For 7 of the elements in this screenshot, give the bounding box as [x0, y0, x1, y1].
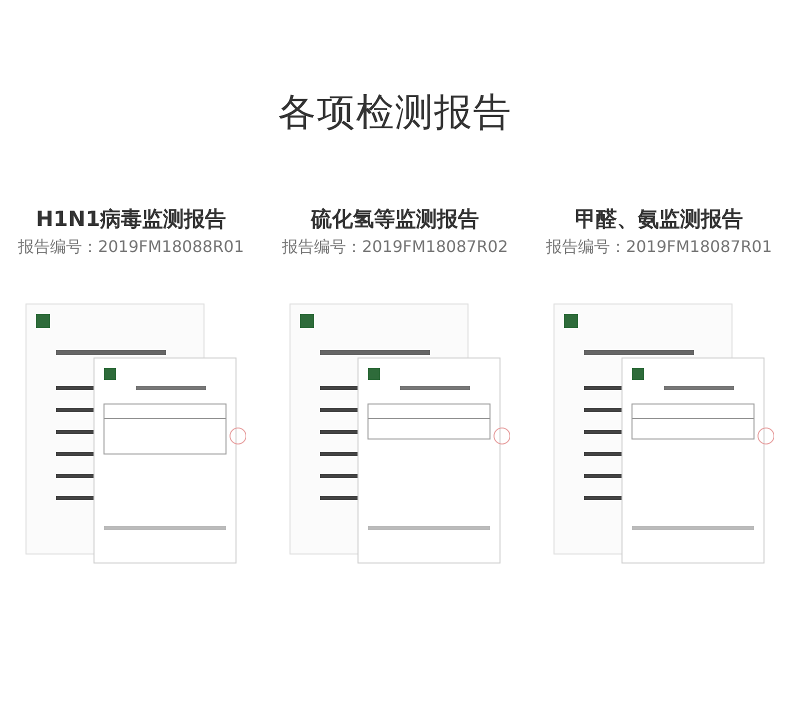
report-name: 甲醛、氨监测报告: [575, 206, 743, 233]
report-number: 报告编号：2019FM18087R02: [282, 236, 508, 258]
report-number: 报告编号：2019FM18088R01: [18, 236, 244, 258]
report-number: 报告编号：2019FM18087R01: [546, 236, 772, 258]
report-name: 硫化氢等监测报告: [311, 206, 479, 233]
report-name: H1N1病毒监测报告: [36, 206, 226, 233]
section-title: 各项检测报告: [278, 90, 512, 136]
